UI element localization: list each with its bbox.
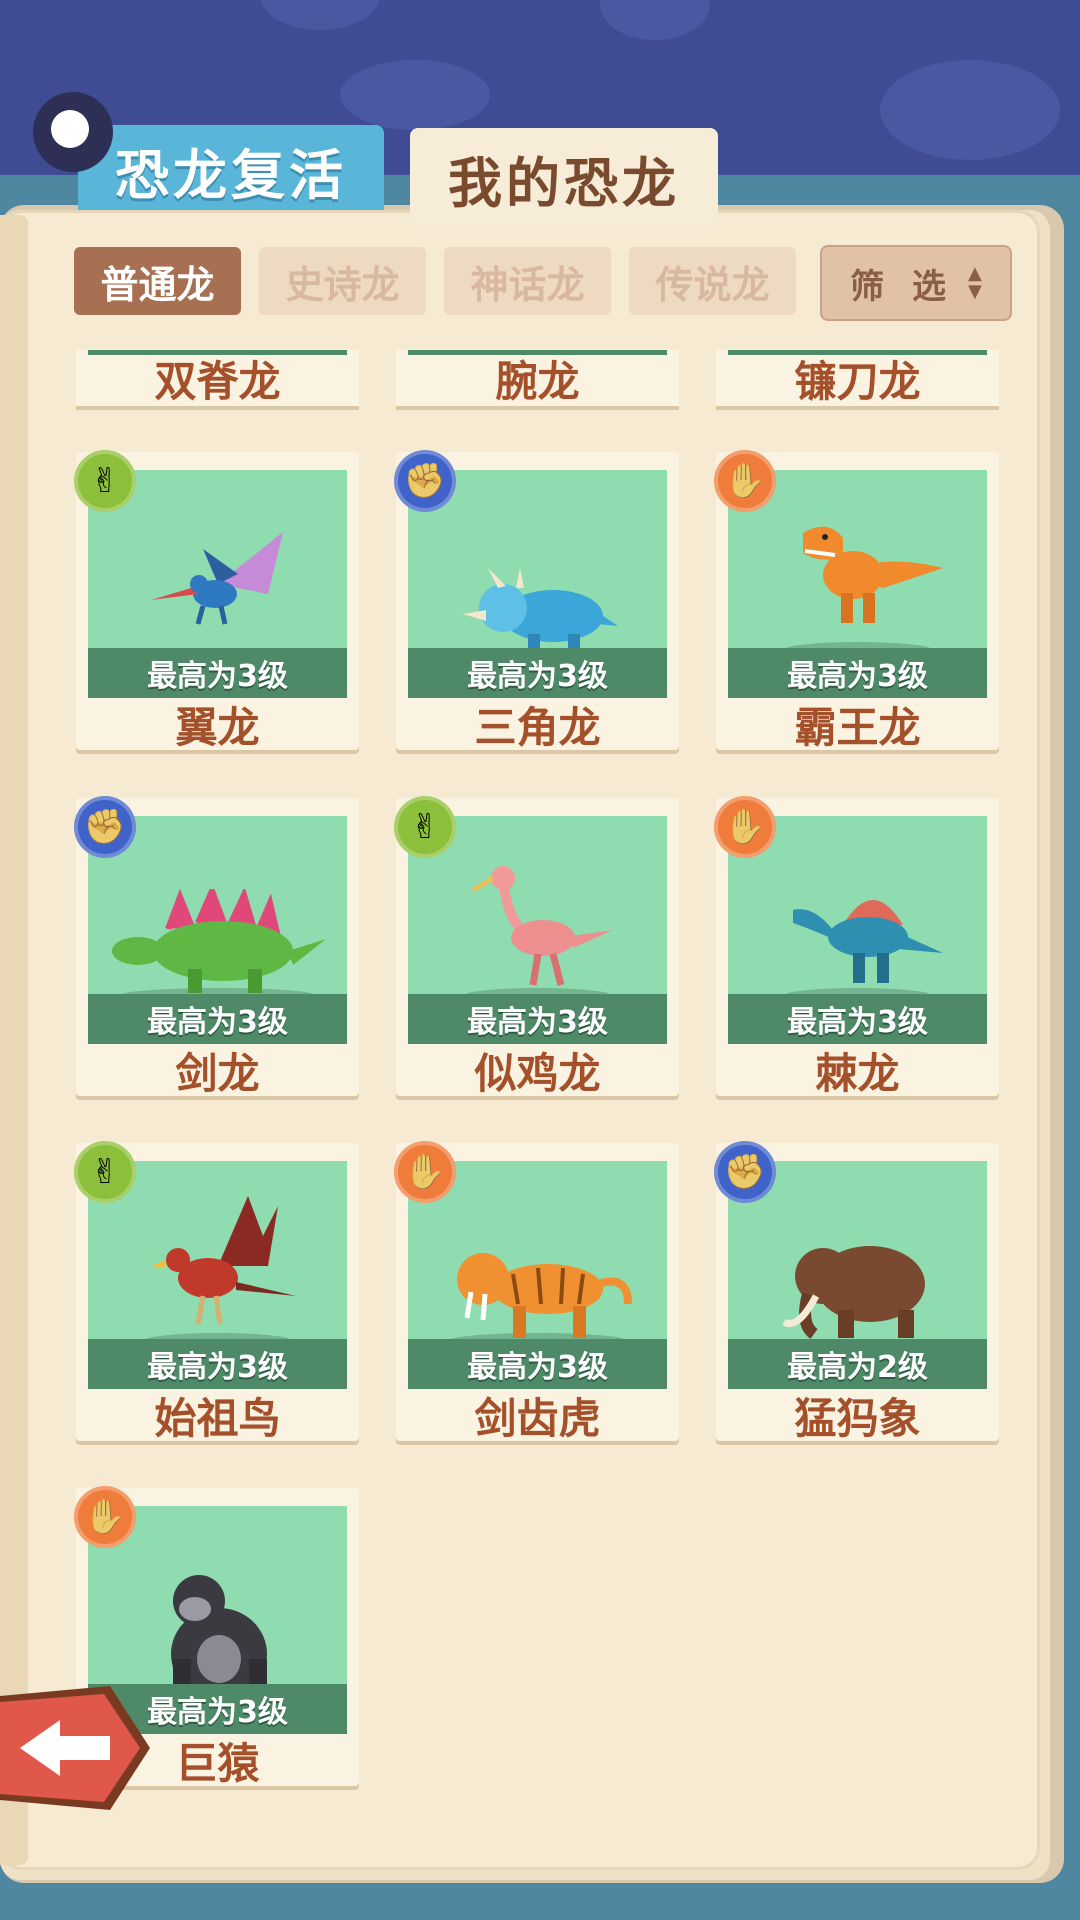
dino-card[interactable]: ✋ 最高为3级 霸王龙 <box>714 450 999 752</box>
max-level-label: 最高为3级 <box>408 994 667 1044</box>
rock-fist-icon: ✊ <box>394 450 456 512</box>
dino-card-partial[interactable]: 镰刀龙 <box>716 350 999 406</box>
dino-card-partial[interactable]: 腕龙 <box>396 350 679 406</box>
tab-my-dinos[interactable]: 我的恐龙 <box>410 128 718 228</box>
chip-common[interactable]: 普通龙 <box>74 247 241 315</box>
max-level-label: 最高为3级 <box>408 648 667 698</box>
dino-name: 似鸡龙 <box>474 1048 601 1098</box>
dino-card[interactable]: ✌ 最高为3级 翼龙 <box>74 450 359 752</box>
max-level-label: 最高为3级 <box>88 1339 347 1389</box>
dino-name: 剑龙 <box>175 1048 260 1098</box>
filter-label: 筛 选 <box>850 266 954 307</box>
dino-name: 棘龙 <box>815 1048 900 1098</box>
chip-legendary[interactable]: 传说龙 <box>629 247 796 315</box>
dino-silhouette-decoration <box>880 60 1060 160</box>
sort-arrows-icon: ▲ ▼ <box>968 263 982 302</box>
dino-card[interactable]: ✋ 最高为3级 棘龙 <box>714 796 999 1098</box>
max-level-label: 最高为2级 <box>728 1339 987 1389</box>
footprint-decoration <box>340 60 490 130</box>
rock-fist-icon: ✊ <box>74 796 136 858</box>
dino-name: 霸王龙 <box>794 702 921 752</box>
dino-name: 剑齿虎 <box>474 1393 601 1443</box>
chip-epic[interactable]: 史诗龙 <box>259 247 426 315</box>
scissors-hand-icon: ✌ <box>394 796 456 858</box>
dino-name: 猛犸象 <box>794 1393 921 1443</box>
max-level-label: 最高为3级 <box>728 648 987 698</box>
dino-card[interactable]: ✌ 最高为3级 似鸡龙 <box>394 796 679 1098</box>
book-spine <box>0 215 28 1865</box>
scissors-hand-icon: ✌ <box>74 450 136 512</box>
dino-name: 始祖鸟 <box>154 1393 281 1443</box>
scissors-hand-icon: ✌ <box>74 1141 136 1203</box>
status-indicator <box>33 92 113 172</box>
rock-fist-icon: ✊ <box>714 1141 776 1203</box>
dino-card[interactable]: ✋ 最高为3级 剑齿虎 <box>394 1141 679 1443</box>
tab-dino-revive[interactable]: 恐龙复活 <box>78 125 384 215</box>
dino-card[interactable]: ✊ 最高为2级 猛犸象 <box>714 1141 999 1443</box>
max-level-label: 最高为3级 <box>408 1339 667 1389</box>
paper-hand-icon: ✋ <box>394 1141 456 1203</box>
max-level-label: 最高为3级 <box>88 648 347 698</box>
paper-hand-icon: ✋ <box>714 450 776 512</box>
dino-card[interactable]: ✊ 最高为3级 三角龙 <box>394 450 679 752</box>
back-button[interactable] <box>0 1686 150 1810</box>
dino-card[interactable]: ✊ 最高为3级 剑龙 <box>74 796 359 1098</box>
max-level-label: 最高为3级 <box>88 994 347 1044</box>
rarity-filter-bar: 普通龙 史诗龙 神话龙 传说龙 <box>74 247 796 315</box>
max-level-label: 最高为3级 <box>728 994 987 1044</box>
filter-button[interactable]: 筛 选 ▲ ▼ <box>820 245 1012 321</box>
paper-hand-icon: ✋ <box>714 796 776 858</box>
dino-card-partial[interactable]: 双脊龙 <box>76 350 359 406</box>
dino-card[interactable]: ✌ 最高为3级 始祖鸟 <box>74 1141 359 1443</box>
back-arrow-icon <box>0 1686 150 1810</box>
chip-mythic[interactable]: 神话龙 <box>444 247 611 315</box>
paper-hand-icon: ✋ <box>74 1486 136 1548</box>
dino-name: 三角龙 <box>474 702 601 752</box>
dino-name: 翼龙 <box>175 702 260 752</box>
